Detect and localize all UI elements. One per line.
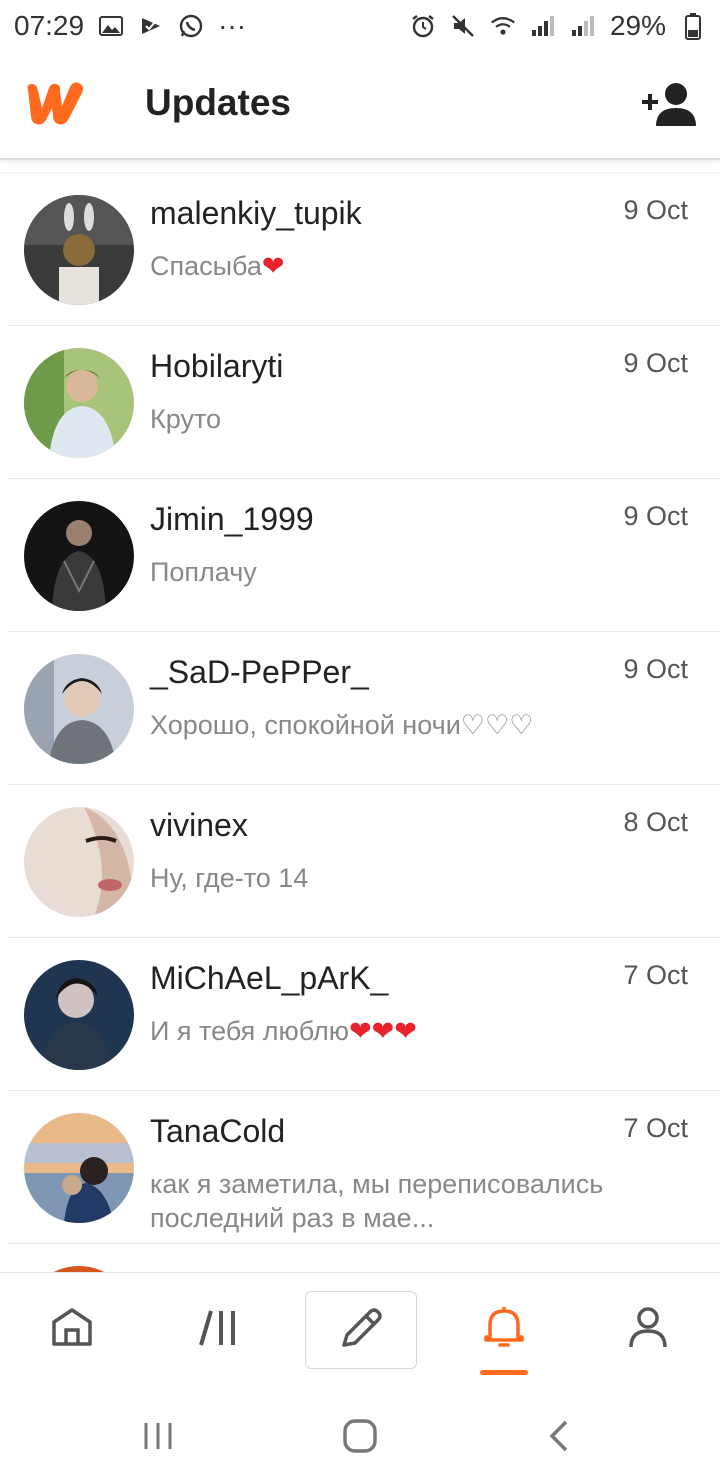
sender-name: MiChAeL_pArK_ bbox=[150, 960, 389, 996]
avatar[interactable] bbox=[24, 654, 134, 764]
message-preview: Хорошо, спокойной ночи♡♡♡ bbox=[150, 710, 534, 740]
page-title: Updates bbox=[145, 82, 291, 123]
mute-icon bbox=[450, 13, 476, 39]
avatar[interactable] bbox=[24, 960, 134, 1070]
sender-name: _SaD-PePPer_ bbox=[150, 654, 369, 690]
battery-percent: 29% bbox=[609, 10, 666, 41]
sender-name: Jimin_1999 bbox=[150, 501, 314, 537]
signal-icon-2 bbox=[570, 13, 596, 39]
avatar[interactable] bbox=[24, 348, 134, 458]
avatar[interactable] bbox=[24, 1113, 134, 1223]
avatar[interactable] bbox=[24, 501, 134, 611]
list-item[interactable]: MiChAeL_pArK_ 7 Oct И я тебя люблю❤❤❤ bbox=[8, 938, 720, 1091]
gallery-icon bbox=[98, 13, 124, 39]
back-icon[interactable] bbox=[544, 1414, 574, 1458]
list-item[interactable]: _SaD-PePPer_ 9 Oct Хорошо, спокойной ноч… bbox=[8, 632, 720, 785]
nav-home[interactable] bbox=[17, 1291, 127, 1367]
avatar[interactable] bbox=[24, 807, 134, 917]
sender-name: Hobilaryti bbox=[150, 348, 284, 384]
app-header: Updates bbox=[0, 52, 720, 160]
nav-profile[interactable] bbox=[593, 1291, 703, 1367]
list-item[interactable]: Jimin_1999 9 Oct Поплачу bbox=[8, 479, 720, 632]
message-preview: Круто bbox=[150, 404, 222, 434]
home-icon bbox=[50, 1306, 94, 1353]
message-date: 8 Oct bbox=[623, 807, 688, 837]
add-friend-icon[interactable] bbox=[640, 80, 698, 132]
list-item[interactable] bbox=[8, 1244, 720, 1273]
person-icon bbox=[627, 1305, 669, 1354]
nav-library[interactable] bbox=[163, 1291, 273, 1367]
message-date: 7 Oct bbox=[623, 1113, 688, 1143]
message-preview: И я тебя люблю❤❤❤ bbox=[150, 1016, 417, 1046]
battery-icon bbox=[680, 13, 706, 40]
message-date: 9 Oct bbox=[623, 195, 688, 225]
sender-name: malenkiy_tupik bbox=[150, 195, 362, 231]
bell-icon bbox=[481, 1303, 527, 1356]
message-preview: как я заметила, мы переписовались послед… bbox=[150, 1169, 604, 1233]
list-item[interactable]: TanaCold 7 Oct как я заметила, мы перепи… bbox=[8, 1091, 720, 1244]
status-bar: 07:29 ··· 29% bbox=[0, 0, 720, 52]
message-date: 9 Oct bbox=[623, 501, 688, 531]
list-item[interactable]: vivinex 8 Oct Ну, где-то 14 bbox=[8, 785, 720, 938]
nav-updates[interactable] bbox=[449, 1291, 559, 1367]
message-list: malenkiy_tupik 9 Oct Спасыба❤ Hobilaryti… bbox=[0, 172, 720, 1273]
wifi-icon bbox=[490, 13, 516, 39]
pencil-icon bbox=[338, 1305, 384, 1356]
nav-write[interactable] bbox=[305, 1291, 417, 1369]
sender-name: TanaCold bbox=[150, 1113, 286, 1149]
wattpad-logo-icon[interactable] bbox=[22, 78, 88, 128]
message-preview: Поплачу bbox=[150, 557, 257, 587]
avatar[interactable] bbox=[24, 195, 134, 305]
status-time: 07:29 bbox=[14, 10, 85, 41]
alarm-icon bbox=[410, 13, 436, 39]
message-preview: Ну, где-то 14 bbox=[150, 863, 309, 893]
library-icon bbox=[197, 1307, 239, 1352]
message-date: 7 Oct bbox=[623, 960, 688, 990]
system-nav-bar bbox=[0, 1390, 720, 1480]
sender-name: vivinex bbox=[150, 807, 248, 843]
message-date: 9 Oct bbox=[623, 654, 688, 684]
recents-icon[interactable] bbox=[138, 1414, 178, 1458]
status-overflow: ··· bbox=[218, 10, 247, 41]
active-tab-indicator bbox=[480, 1370, 528, 1375]
check-icon bbox=[138, 13, 164, 39]
home-button-icon[interactable] bbox=[338, 1414, 382, 1458]
message-date: 9 Oct bbox=[623, 348, 688, 378]
list-item[interactable]: malenkiy_tupik 9 Oct Спасыба❤ bbox=[8, 173, 720, 326]
bottom-nav bbox=[0, 1272, 720, 1391]
list-item[interactable]: Hobilaryti 9 Oct Круто bbox=[8, 326, 720, 479]
whatsapp-icon bbox=[178, 13, 204, 39]
message-preview: Спасыба❤ bbox=[150, 251, 285, 281]
signal-icon bbox=[530, 13, 556, 39]
